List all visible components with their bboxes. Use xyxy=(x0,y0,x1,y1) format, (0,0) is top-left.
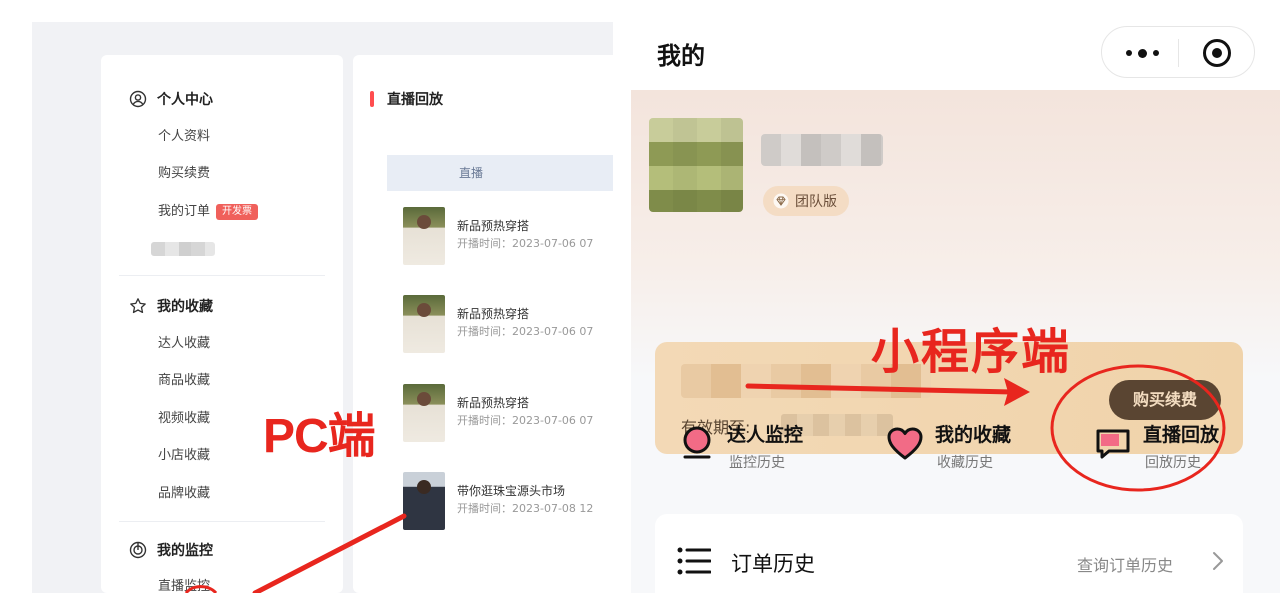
monitor-icon xyxy=(129,541,147,559)
list-icon xyxy=(677,547,711,575)
sidebar-item-purchase[interactable]: 购买续费 xyxy=(158,164,210,184)
sidebar-item-label: 我的订单 xyxy=(158,204,211,219)
live-time: 开播时间：2023-07-06 07 xyxy=(457,325,594,338)
diamond-icon xyxy=(773,193,789,209)
blurred-username xyxy=(761,134,883,166)
live-time: 开播时间：2023-07-06 07 xyxy=(457,237,594,250)
mp-annotation-label: 小程序端 xyxy=(871,324,1072,380)
divider xyxy=(119,275,325,276)
capsule-divider xyxy=(1178,39,1179,67)
more-icon[interactable] xyxy=(1122,45,1162,61)
sidebar-group-title: 个人中心 xyxy=(157,92,213,108)
live-time: 开播时间：2023-07-06 07 xyxy=(457,414,594,427)
user-circle-icon xyxy=(129,90,147,108)
feature-title: 直播回放 xyxy=(1143,424,1220,446)
feature-subtitle: 监控历史 xyxy=(729,455,785,471)
divider xyxy=(119,521,325,522)
sidebar-group-title: 我的监控 xyxy=(157,543,213,559)
list-item[interactable]: 新品预热穿搭 开播时间：2023-07-06 07 xyxy=(403,207,613,265)
order-history-title: 订单历史 xyxy=(731,552,815,576)
sidebar-item-live-monitor[interactable]: 直播监控 xyxy=(158,577,210,597)
chat-bubble-icon xyxy=(1096,429,1130,459)
sidebar-item-profile[interactable]: 个人资料 xyxy=(158,127,210,147)
blurred-item xyxy=(151,242,215,256)
chevron-right-icon xyxy=(1213,552,1223,570)
table-header-live: 直播 xyxy=(387,155,613,191)
sidebar-item-shop-fav[interactable]: 小店收藏 xyxy=(158,446,210,466)
avatar[interactable] xyxy=(649,118,743,212)
sidebar-group-monitor[interactable]: 我的监控 xyxy=(129,539,213,561)
heart-icon xyxy=(887,427,923,460)
order-history-link[interactable]: 查询订单历史 xyxy=(1077,552,1173,576)
feature-title: 达人监控 xyxy=(727,424,804,446)
mini-program-screen: 我的 团队版 有效期至: 购买续费 小程序端 达人监控 监控历史 我的收藏 收藏… xyxy=(631,0,1280,614)
feature-subtitle: 收藏历史 xyxy=(937,455,993,471)
close-target-icon[interactable] xyxy=(1203,39,1231,67)
team-edition-badge: 团队版 xyxy=(763,186,849,216)
mp-profile-header: 团队版 有效期至: 购买续费 小程序端 xyxy=(631,90,1280,454)
page-title-text: 直播回放 xyxy=(387,92,443,108)
sidebar-item-influencer-fav[interactable]: 达人收藏 xyxy=(158,334,210,354)
sidebar-group-favorites[interactable]: 我的收藏 xyxy=(129,295,213,317)
page-title: 直播回放 xyxy=(370,89,443,109)
pc-annotation-label: PC端 xyxy=(263,410,376,463)
feature-title: 我的收藏 xyxy=(935,424,1012,446)
list-item[interactable]: 带你逛珠宝源头市场 开播时间：2023-07-08 12 xyxy=(403,472,613,530)
live-title: 新品预热穿搭 xyxy=(457,219,530,233)
live-title: 带你逛珠宝源头市场 xyxy=(457,484,566,498)
live-thumbnail xyxy=(403,384,445,442)
invoice-badge[interactable]: 开发票 xyxy=(216,204,259,220)
sidebar-item-brand-fav[interactable]: 品牌收藏 xyxy=(158,484,210,504)
live-title: 新品预热穿搭 xyxy=(457,307,530,321)
live-thumbnail xyxy=(403,472,445,530)
feature-subtitle: 回放历史 xyxy=(1145,455,1201,471)
order-history-row[interactable]: 订单历史 查询订单历史 xyxy=(655,514,1243,614)
title-accent-bar xyxy=(370,91,374,107)
pc-live-replay-panel: 直播回放 直播 新品预热穿搭 开播时间：2023-07-06 07 新品预热穿搭… xyxy=(353,55,613,593)
live-title: 新品预热穿搭 xyxy=(457,396,530,410)
feature-influencer-monitor[interactable]: 达人监控 监控历史 xyxy=(655,398,835,498)
pc-sidebar: 个人中心 个人资料 购买续费 我的订单 开发票 我的收藏 达人收藏 商品收藏 视频… xyxy=(101,55,343,594)
sidebar-group-personal[interactable]: 个人中心 xyxy=(129,88,213,110)
badge-text: 团队版 xyxy=(795,194,837,210)
star-icon xyxy=(129,297,147,315)
mp-capsule xyxy=(1101,26,1255,78)
sidebar-item-video-fav[interactable]: 视频收藏 xyxy=(158,409,210,429)
list-item[interactable]: 新品预热穿搭 开播时间：2023-07-06 07 xyxy=(403,384,613,442)
mp-nav-bar: 我的 xyxy=(631,0,1280,90)
sidebar-item-product-fav[interactable]: 商品收藏 xyxy=(158,371,210,391)
monitor-icon xyxy=(683,426,711,459)
feature-live-replay[interactable]: 直播回放 回放历史 xyxy=(1071,398,1251,498)
feature-my-favorites[interactable]: 我的收藏 收藏历史 xyxy=(863,398,1043,498)
live-time: 开播时间：2023-07-08 12 xyxy=(457,502,594,515)
live-thumbnail xyxy=(403,207,445,265)
live-thumbnail xyxy=(403,295,445,353)
sidebar-group-title: 我的收藏 xyxy=(157,299,213,315)
sidebar-item-orders[interactable]: 我的订单 开发票 xyxy=(158,202,259,222)
mp-page-title: 我的 xyxy=(657,42,705,70)
feature-shortcuts: 达人监控 监控历史 我的收藏 收藏历史 直播回放 回放历史 xyxy=(631,398,1280,498)
list-item[interactable]: 新品预热穿搭 开播时间：2023-07-06 07 xyxy=(403,295,613,353)
